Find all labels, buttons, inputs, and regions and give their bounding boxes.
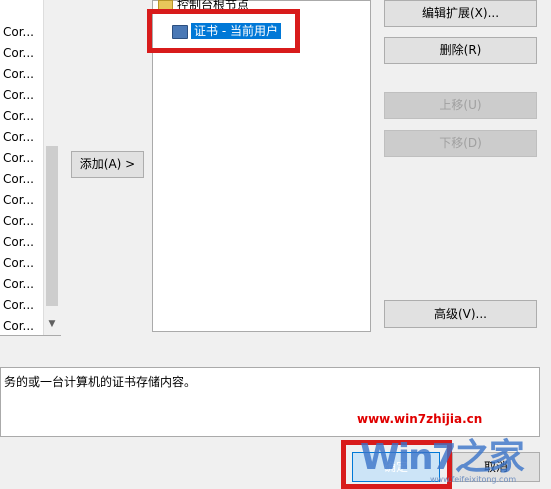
advanced-button[interactable]: 高级(V)... <box>384 300 537 328</box>
list-item[interactable]: Cor... <box>0 148 40 169</box>
watermark-logo: Win7之家 <box>360 437 525 478</box>
list-item[interactable]: Cor... <box>0 295 40 316</box>
watermark-url: www.win7zhijia.cn <box>357 412 483 426</box>
move-down-button[interactable]: 下移(D) <box>384 130 537 157</box>
move-up-button[interactable]: 上移(U) <box>384 92 537 119</box>
scrollbar-thumb[interactable] <box>46 146 58 306</box>
list-item[interactable]: Cor... <box>0 253 40 274</box>
highlight-frame <box>147 9 300 53</box>
list-scrollbar[interactable]: ▼ <box>43 0 61 335</box>
list-item[interactable]: Cor... <box>0 127 40 148</box>
list-item[interactable]: Cor... <box>0 64 40 85</box>
list-item[interactable]: Cor... <box>0 190 40 211</box>
list-item[interactable]: Cor... <box>0 169 40 190</box>
available-snapins-items: Cor... Cor... Cor... Cor... Cor... Cor... Cor.… <box>0 22 40 337</box>
list-item[interactable]: Cor... <box>0 232 40 253</box>
scroll-down-arrow-icon[interactable]: ▼ <box>46 316 58 332</box>
remove-button[interactable]: 删除(R) <box>384 37 537 64</box>
edit-extensions-button[interactable]: 编辑扩展(X)... <box>384 0 537 27</box>
description-text: 务的或一台计算机的证书存储内容。 <box>4 375 197 389</box>
list-item[interactable]: Cor... <box>0 274 40 295</box>
list-item[interactable]: Cor... <box>0 211 40 232</box>
add-button[interactable]: 添加(A) > <box>71 151 144 178</box>
list-item[interactable]: Cor... <box>0 43 40 64</box>
watermark-sub: www.feifeixitong.com <box>430 475 517 484</box>
available-snapins-list[interactable]: Cor... Cor... Cor... Cor... Cor... Cor... Cor.… <box>0 0 61 336</box>
list-item[interactable]: Cor... <box>0 106 40 127</box>
list-item[interactable]: Cor... <box>0 85 40 106</box>
list-item[interactable]: Cor... <box>0 316 40 337</box>
list-item[interactable]: Cor... <box>0 22 40 43</box>
